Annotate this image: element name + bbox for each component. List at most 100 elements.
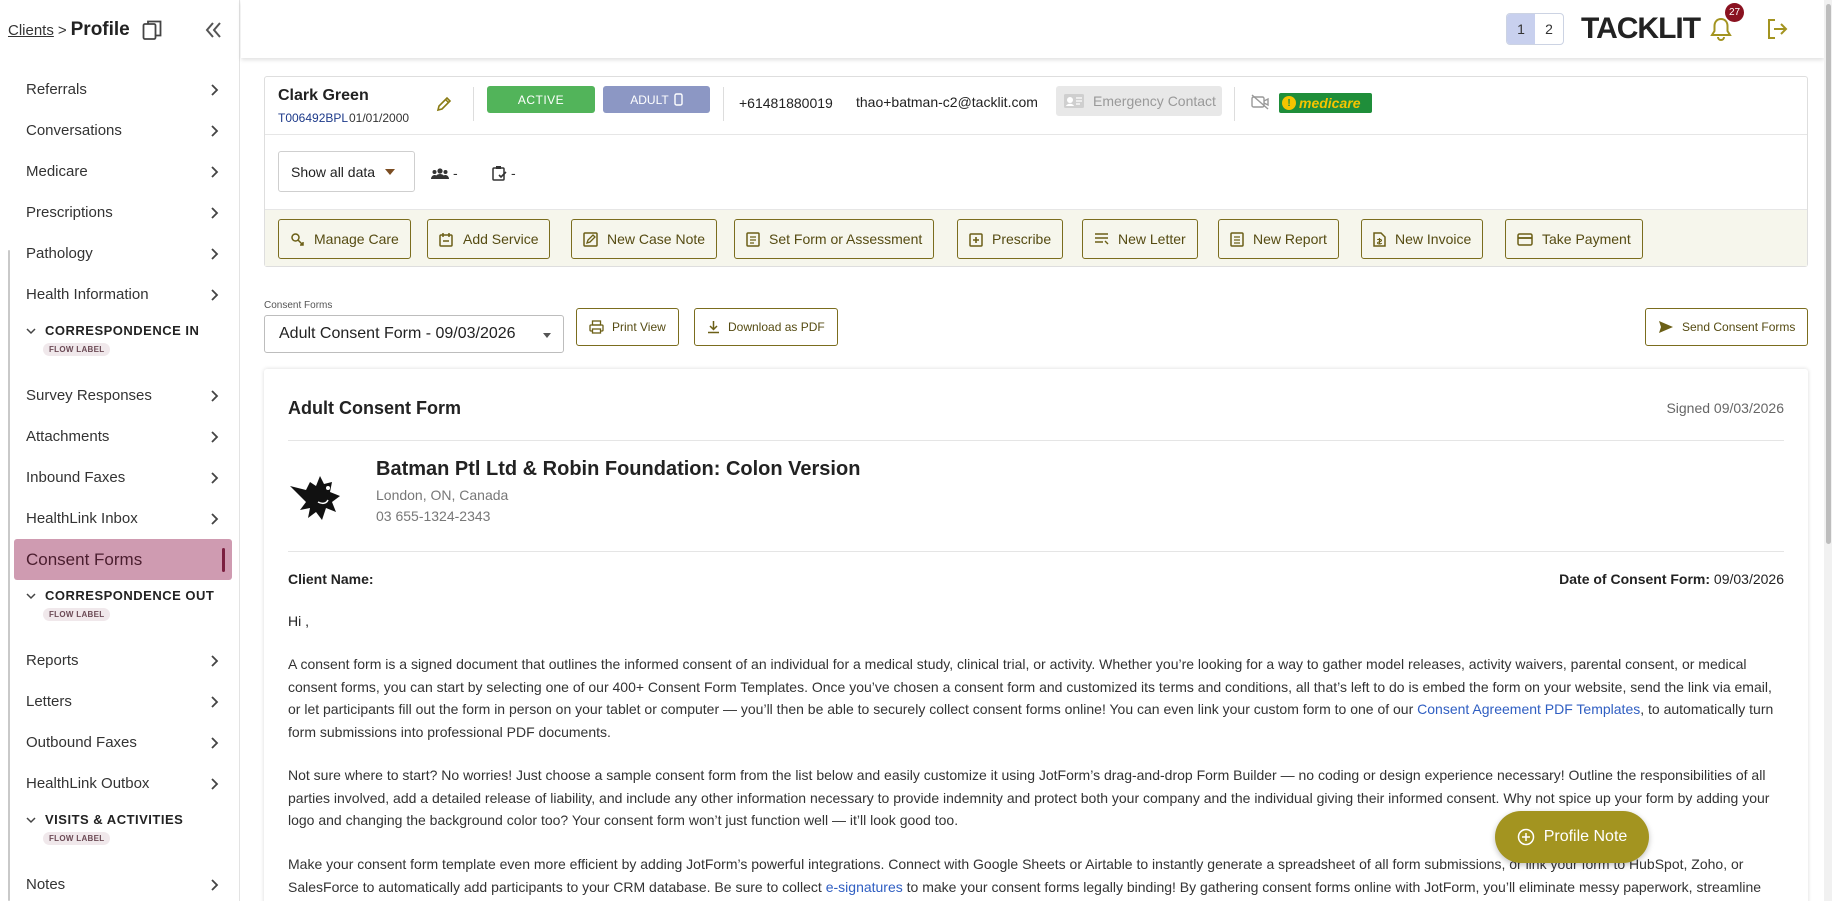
page-scrollbar-thumb[interactable] (1826, 4, 1831, 544)
groups-indicator[interactable]: - (431, 165, 458, 181)
new-report-button[interactable]: New Report (1218, 219, 1339, 259)
sidebar-nav: Referrals Conversations Medicare Prescri… (14, 69, 232, 901)
collapse-sidebar-icon[interactable] (204, 20, 222, 40)
section-visits-activities[interactable]: VISITS & ACTIVITIES FLOW LABEL (14, 804, 232, 864)
sidebar-item-healthlink-outbox[interactable]: HealthLink Outbox (14, 763, 232, 804)
action-bar: Manage Care Add Service New Case Note Se… (265, 209, 1807, 266)
form-title: Adult Consent Form (288, 398, 461, 418)
emergency-contact-button[interactable]: Emergency Contact (1056, 86, 1222, 116)
prescribe-button[interactable]: Prescribe (957, 219, 1064, 259)
profile-note-label: Profile Note (1543, 828, 1628, 845)
flow-label-badge: FLOW LABEL (43, 832, 111, 845)
button-label: New Letter (1118, 231, 1186, 247)
workspace-tab-2[interactable]: 2 (1535, 14, 1563, 44)
consent-form-select[interactable]: Adult Consent Form - 09/03/2026 (264, 315, 564, 353)
edit-pencil-icon[interactable] (436, 96, 452, 112)
send-consent-forms-button[interactable]: Send Consent Forms (1645, 308, 1809, 346)
sidebar-item-prescriptions[interactable]: Prescriptions (14, 192, 232, 233)
download-pdf-button[interactable]: Download as PDF (694, 308, 838, 346)
sidebar-item-attachments[interactable]: Attachments (14, 416, 232, 457)
sidebar-item-medicare[interactable]: Medicare (14, 151, 232, 192)
sidebar-item-label: Medicare (26, 163, 88, 180)
section-correspondence-in[interactable]: CORRESPONDENCE IN FLOW LABEL (14, 315, 232, 375)
breadcrumb-separator: > (57, 21, 67, 39)
sidebar-item-inbound-faxes[interactable]: Inbound Faxes (14, 457, 232, 498)
consent-form-selected: Adult Consent Form - 09/03/2026 (279, 325, 516, 342)
sidebar-item-conversations[interactable]: Conversations (14, 110, 232, 151)
consent-date-value: 09/03/2026 (1713, 571, 1784, 587)
sidebar-scrollbar[interactable] (8, 250, 10, 901)
sidebar-item-letters[interactable]: Letters (14, 681, 232, 722)
organization-logo (290, 476, 340, 520)
sidebar-item-label: Letters (26, 693, 72, 710)
client-info-row: Clark Green T006492BPL 01/01/2000 ACTIVE… (265, 77, 1807, 135)
client-id[interactable]: T006492BPL (278, 111, 348, 125)
chevron-right-icon (211, 471, 219, 484)
e-signatures-link[interactable]: e-signatures (826, 879, 903, 895)
sidebar-item-reports[interactable]: Reports (14, 640, 232, 681)
take-payment-button[interactable]: Take Payment (1505, 219, 1643, 259)
client-name-label: Client Name: (288, 571, 374, 587)
new-letter-button[interactable]: New Letter (1082, 219, 1198, 259)
sidebar-item-label: Referrals (26, 81, 87, 98)
logout-icon[interactable] (1766, 18, 1788, 40)
plus-circle-icon (1517, 828, 1534, 846)
section-correspondence-out[interactable]: CORRESPONDENCE OUT FLOW LABEL (14, 580, 232, 640)
medicare-badge[interactable]: ! medicare (1279, 93, 1372, 113)
contact-card-icon (1064, 94, 1084, 108)
copy-icon[interactable] (142, 19, 162, 41)
service-icon (439, 232, 453, 247)
sidebar-item-label: Conversations (26, 122, 122, 139)
organization-phone: 03 655-1324-2343 (376, 508, 491, 524)
payment-icon (1517, 232, 1533, 246)
page-scrollbar[interactable] (1824, 0, 1832, 901)
group-users-icon (431, 167, 449, 179)
divider (473, 87, 474, 121)
invoice-icon (1373, 231, 1386, 247)
consent-date: Date of Consent Form: 09/03/2026 (1559, 571, 1784, 587)
video-off-icon[interactable] (1251, 94, 1269, 110)
chevron-right-icon (211, 695, 219, 708)
profile-note-button[interactable]: Profile Note (1495, 811, 1649, 863)
sidebar-item-consent-forms[interactable]: Consent Forms (14, 539, 232, 580)
workspace-tab-1[interactable]: 1 (1507, 14, 1535, 44)
section-title: CORRESPONDENCE OUT (45, 588, 215, 603)
sidebar-item-notes[interactable]: Notes (14, 864, 232, 901)
sidebar-item-label: Survey Responses (26, 387, 152, 404)
show-data-dropdown[interactable]: Show all data (278, 151, 415, 192)
divider (723, 87, 724, 121)
client-type-badge[interactable]: ADULT (603, 86, 710, 113)
tasks-indicator[interactable]: - (492, 165, 516, 181)
chevron-down-icon (26, 816, 36, 823)
notification-count-badge: 27 (1725, 3, 1744, 22)
new-case-note-button[interactable]: New Case Note (571, 219, 718, 259)
sidebar-item-pathology[interactable]: Pathology (14, 233, 232, 274)
page-title: Profile (70, 19, 130, 40)
chevron-right-icon (211, 878, 219, 891)
flow-label-badge: FLOW LABEL (43, 608, 111, 621)
chevron-right-icon (211, 389, 219, 402)
sidebar-item-label: Inbound Faxes (26, 469, 126, 486)
button-label: Send Consent Forms (1682, 320, 1796, 334)
breadcrumb-clients-link[interactable]: Clients (8, 22, 54, 39)
chevron-right-icon (211, 206, 219, 219)
sidebar-item-label: Notes (26, 876, 66, 893)
sidebar-item-healthlink-inbox[interactable]: HealthLink Inbox (14, 498, 232, 539)
prescribe-icon (969, 232, 983, 247)
button-label: Take Payment (1542, 231, 1631, 247)
new-invoice-button[interactable]: New Invoice (1361, 219, 1484, 259)
chevron-right-icon (211, 654, 219, 667)
manage-care-button[interactable]: Manage Care (278, 219, 411, 259)
print-view-button[interactable]: Print View (576, 308, 679, 346)
add-service-button[interactable]: Add Service (427, 219, 551, 259)
sidebar-item-health-information[interactable]: Health Information (14, 274, 232, 315)
sidebar-item-outbound-faxes[interactable]: Outbound Faxes (14, 722, 232, 763)
chevron-right-icon (211, 430, 219, 443)
button-label: Print View (612, 320, 666, 334)
consent-agreement-templates-link[interactable]: Consent Agreement PDF Templates (1417, 701, 1640, 717)
set-form-or-assessment-button[interactable]: Set Form or Assessment (734, 219, 935, 259)
chevron-right-icon (211, 288, 219, 301)
organization-address: London, ON, Canada (376, 487, 509, 503)
sidebar-item-survey-responses[interactable]: Survey Responses (14, 375, 232, 416)
sidebar-item-referrals[interactable]: Referrals (14, 69, 232, 110)
